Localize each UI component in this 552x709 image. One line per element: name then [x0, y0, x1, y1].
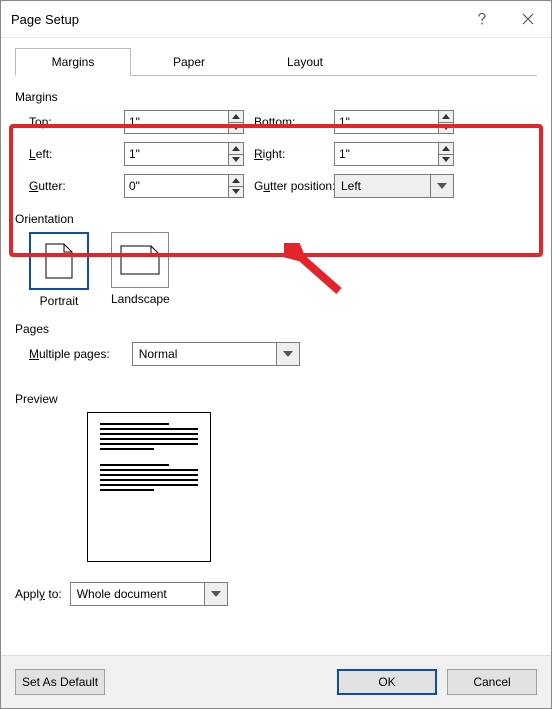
preview-section: Preview [15, 392, 537, 562]
landscape-label: Landscape [111, 292, 170, 306]
gutter-pos-select[interactable]: Left [334, 174, 454, 198]
top-spin-down[interactable] [229, 123, 243, 134]
left-spin-down[interactable] [229, 155, 243, 166]
pages-section: Pages Multiple pages: Normal [15, 322, 537, 366]
gutter-input[interactable] [125, 175, 228, 197]
gutter-spin-down[interactable] [229, 187, 243, 198]
set-as-default-button[interactable]: Set As Default [15, 669, 105, 695]
bottom-spin-down[interactable] [439, 123, 453, 134]
landscape-icon [111, 232, 169, 288]
apply-to-select[interactable]: Whole document [70, 582, 228, 606]
orientation-heading: Orientation [15, 212, 537, 226]
right-label: Right: [254, 147, 324, 161]
gutter-pos-label: Gutter position: [254, 179, 324, 193]
tab-margins-label: Margins [52, 55, 95, 69]
bottom-input[interactable] [335, 111, 438, 133]
chevron-down-icon [276, 343, 299, 365]
tab-paper[interactable]: Paper [131, 48, 247, 76]
portrait-icon [29, 232, 89, 290]
top-input[interactable] [125, 111, 228, 133]
bottom-spinner[interactable] [334, 110, 454, 134]
ok-label: OK [378, 675, 395, 689]
apply-to-label: Apply to: [15, 587, 62, 601]
tab-layout[interactable]: Layout [247, 48, 363, 76]
tab-paper-label: Paper [173, 55, 205, 69]
help-button[interactable] [459, 1, 505, 37]
margins-heading: Margins [15, 90, 537, 104]
orientation-portrait[interactable]: Portrait [29, 232, 89, 308]
apply-to-row: Apply to: Whole document [15, 582, 537, 606]
preview-heading: Preview [15, 392, 537, 406]
chevron-down-icon [430, 175, 453, 197]
cancel-label: Cancel [473, 675, 510, 689]
portrait-label: Portrait [40, 294, 79, 308]
set-as-default-label: Set As Default [22, 675, 98, 689]
multiple-pages-value: Normal [139, 347, 276, 361]
pages-heading: Pages [15, 322, 537, 336]
right-spinner[interactable] [334, 142, 454, 166]
chevron-down-icon [204, 583, 227, 605]
tabstrip: Margins Paper Layout [15, 48, 537, 76]
margins-section: Margins Top: Bottom: Left: Right: [15, 90, 537, 198]
right-input[interactable] [335, 143, 438, 165]
preview-image [87, 412, 537, 562]
right-spin-down[interactable] [439, 155, 453, 166]
top-spinner[interactable] [124, 110, 244, 134]
dialog-title: Page Setup [11, 12, 79, 27]
bottom-spin-up[interactable] [439, 111, 453, 123]
tab-layout-label: Layout [287, 55, 323, 69]
page-setup-dialog: Page Setup Margins Paper Layout Margins … [0, 0, 552, 709]
cancel-button[interactable]: Cancel [447, 669, 537, 695]
orientation-section: Orientation Portrait Landscape [15, 212, 537, 308]
left-input[interactable] [125, 143, 228, 165]
gutter-spinner[interactable] [124, 174, 244, 198]
left-spinner[interactable] [124, 142, 244, 166]
apply-to-value: Whole document [77, 587, 204, 601]
close-button[interactable] [505, 1, 551, 37]
left-spin-up[interactable] [229, 143, 243, 155]
right-spin-up[interactable] [439, 143, 453, 155]
ok-button[interactable]: OK [337, 669, 437, 695]
footer: Set As Default OK Cancel [1, 655, 551, 708]
left-label: Left: [29, 147, 114, 161]
gutter-pos-value: Left [341, 179, 430, 193]
top-label: Top: [29, 115, 114, 129]
tab-margins[interactable]: Margins [15, 48, 131, 76]
titlebar: Page Setup [1, 1, 551, 38]
multiple-pages-label: Multiple pages: [29, 347, 110, 361]
gutter-label: Gutter: [29, 179, 114, 193]
multiple-pages-select[interactable]: Normal [132, 342, 300, 366]
top-spin-up[interactable] [229, 111, 243, 123]
gutter-spin-up[interactable] [229, 175, 243, 187]
bottom-label: Bottom: [254, 115, 324, 129]
orientation-landscape[interactable]: Landscape [111, 232, 170, 308]
